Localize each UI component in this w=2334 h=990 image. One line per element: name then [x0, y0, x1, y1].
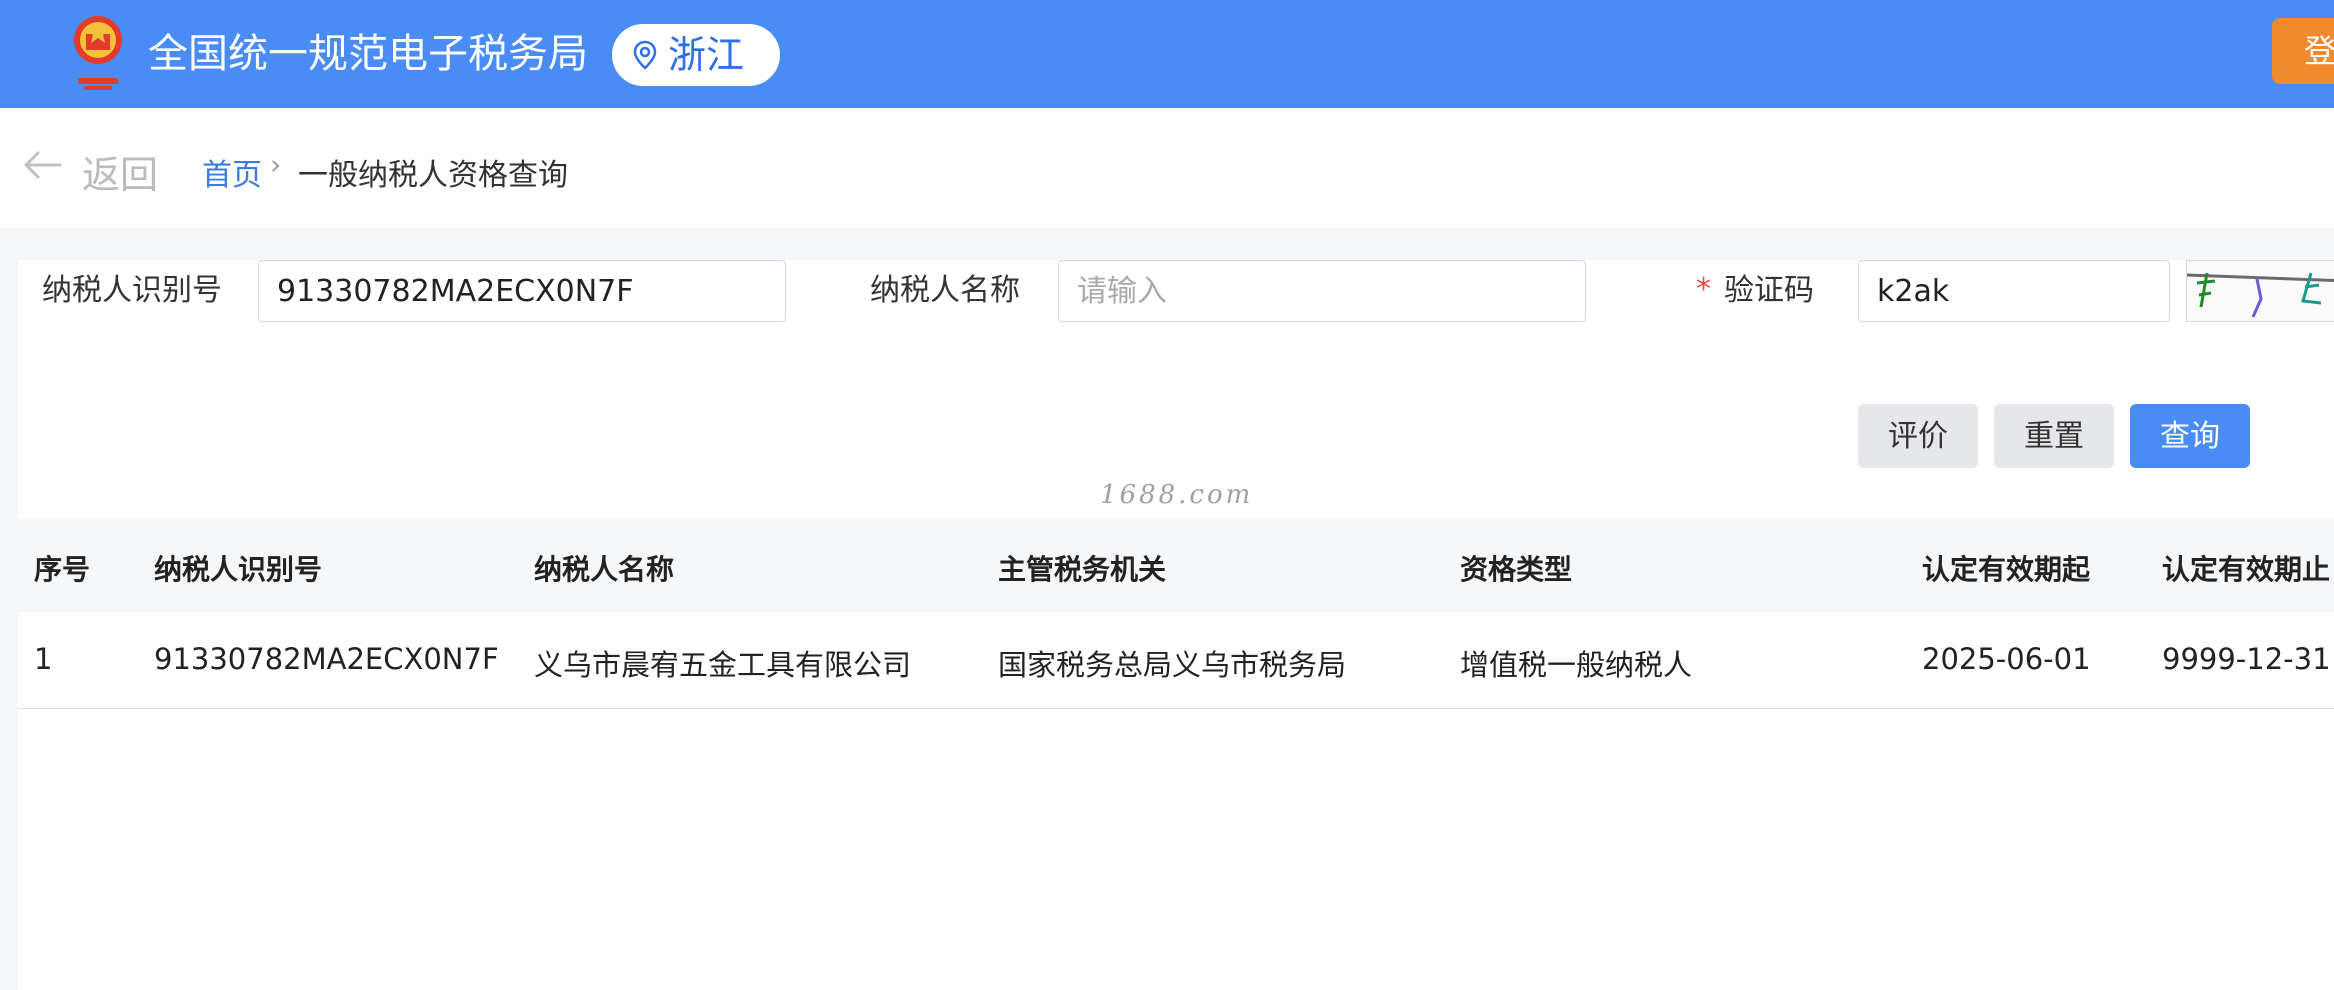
cell-tax-authority: 国家税务总局义乌市税务局 — [998, 648, 1347, 682]
region-label: 浙江 — [668, 33, 745, 77]
captcha-glyphs-icon — [2187, 272, 2334, 318]
breadcrumb-bar: 返回 首页 › 一般纳税人资格查询 — [0, 108, 2334, 228]
captcha-input[interactable] — [1858, 260, 2170, 322]
column-header-qualification-type: 资格类型 — [1460, 553, 1573, 586]
taxpayer-name-label: 纳税人名称 — [870, 273, 1020, 308]
cell-taxpayer-id: 91330782MA2ECX0N7F — [154, 642, 499, 676]
taxpayer-name-input[interactable] — [1058, 260, 1586, 322]
reset-button[interactable]: 重置 — [1994, 404, 2114, 468]
site-title: 全国统一规范电子税务局 — [148, 31, 588, 77]
breadcrumb-current: 一般纳税人资格查询 — [298, 158, 568, 193]
column-header-index: 序号 — [34, 553, 91, 586]
column-header-taxpayer-id: 纳税人识别号 — [154, 553, 323, 586]
captcha-image[interactable] — [2186, 260, 2334, 322]
cell-valid-to: 9999-12-31 — [2162, 642, 2331, 676]
evaluate-button[interactable]: 评价 — [1858, 404, 1978, 468]
captcha-label: 验证码 — [1724, 273, 1814, 308]
cell-valid-from: 2025-06-01 — [1922, 642, 2091, 676]
taxpayer-id-input[interactable] — [258, 260, 786, 322]
watermark-text: 1688.com — [1100, 480, 1254, 510]
region-selector[interactable]: 浙江 — [612, 24, 780, 86]
login-button[interactable]: 登录 — [2272, 18, 2334, 84]
cell-qualification-type: 增值税一般纳税人 — [1460, 648, 1693, 682]
query-button[interactable]: 查询 — [2130, 404, 2250, 468]
column-header-taxpayer-name: 纳税人名称 — [534, 553, 675, 586]
query-panel: 纳税人识别号 纳税人名称 * 验证码 评价 重置 查询 1688.com 序号 … — [18, 260, 2334, 990]
required-mark: * — [1696, 272, 1711, 307]
cell-taxpayer-name: 义乌市晨宥五金工具有限公司 — [534, 648, 912, 682]
location-pin-icon — [633, 40, 657, 70]
top-header: 全国统一规范电子税务局 浙江 登录 — [0, 0, 2334, 108]
table-row: 1 91330782MA2ECX0N7F 义乌市晨宥五金工具有限公司 国家税务总… — [18, 612, 2334, 709]
breadcrumb-separator: › — [270, 148, 282, 181]
taxpayer-id-label: 纳税人识别号 — [42, 273, 222, 308]
breadcrumb-home-link[interactable]: 首页 — [202, 150, 262, 194]
cell-index: 1 — [34, 642, 53, 676]
column-header-valid-from: 认定有效期起 — [1922, 553, 2091, 586]
column-header-valid-to: 认定有效期止 — [2162, 553, 2331, 586]
back-link[interactable]: 返回 — [82, 144, 158, 199]
column-header-tax-authority: 主管税务机关 — [998, 553, 1167, 586]
back-arrow-icon[interactable] — [22, 150, 62, 180]
national-emblem-icon — [74, 16, 122, 90]
table-header: 序号 纳税人识别号 纳税人名称 主管税务机关 资格类型 认定有效期起 认定有效期… — [18, 518, 2334, 613]
